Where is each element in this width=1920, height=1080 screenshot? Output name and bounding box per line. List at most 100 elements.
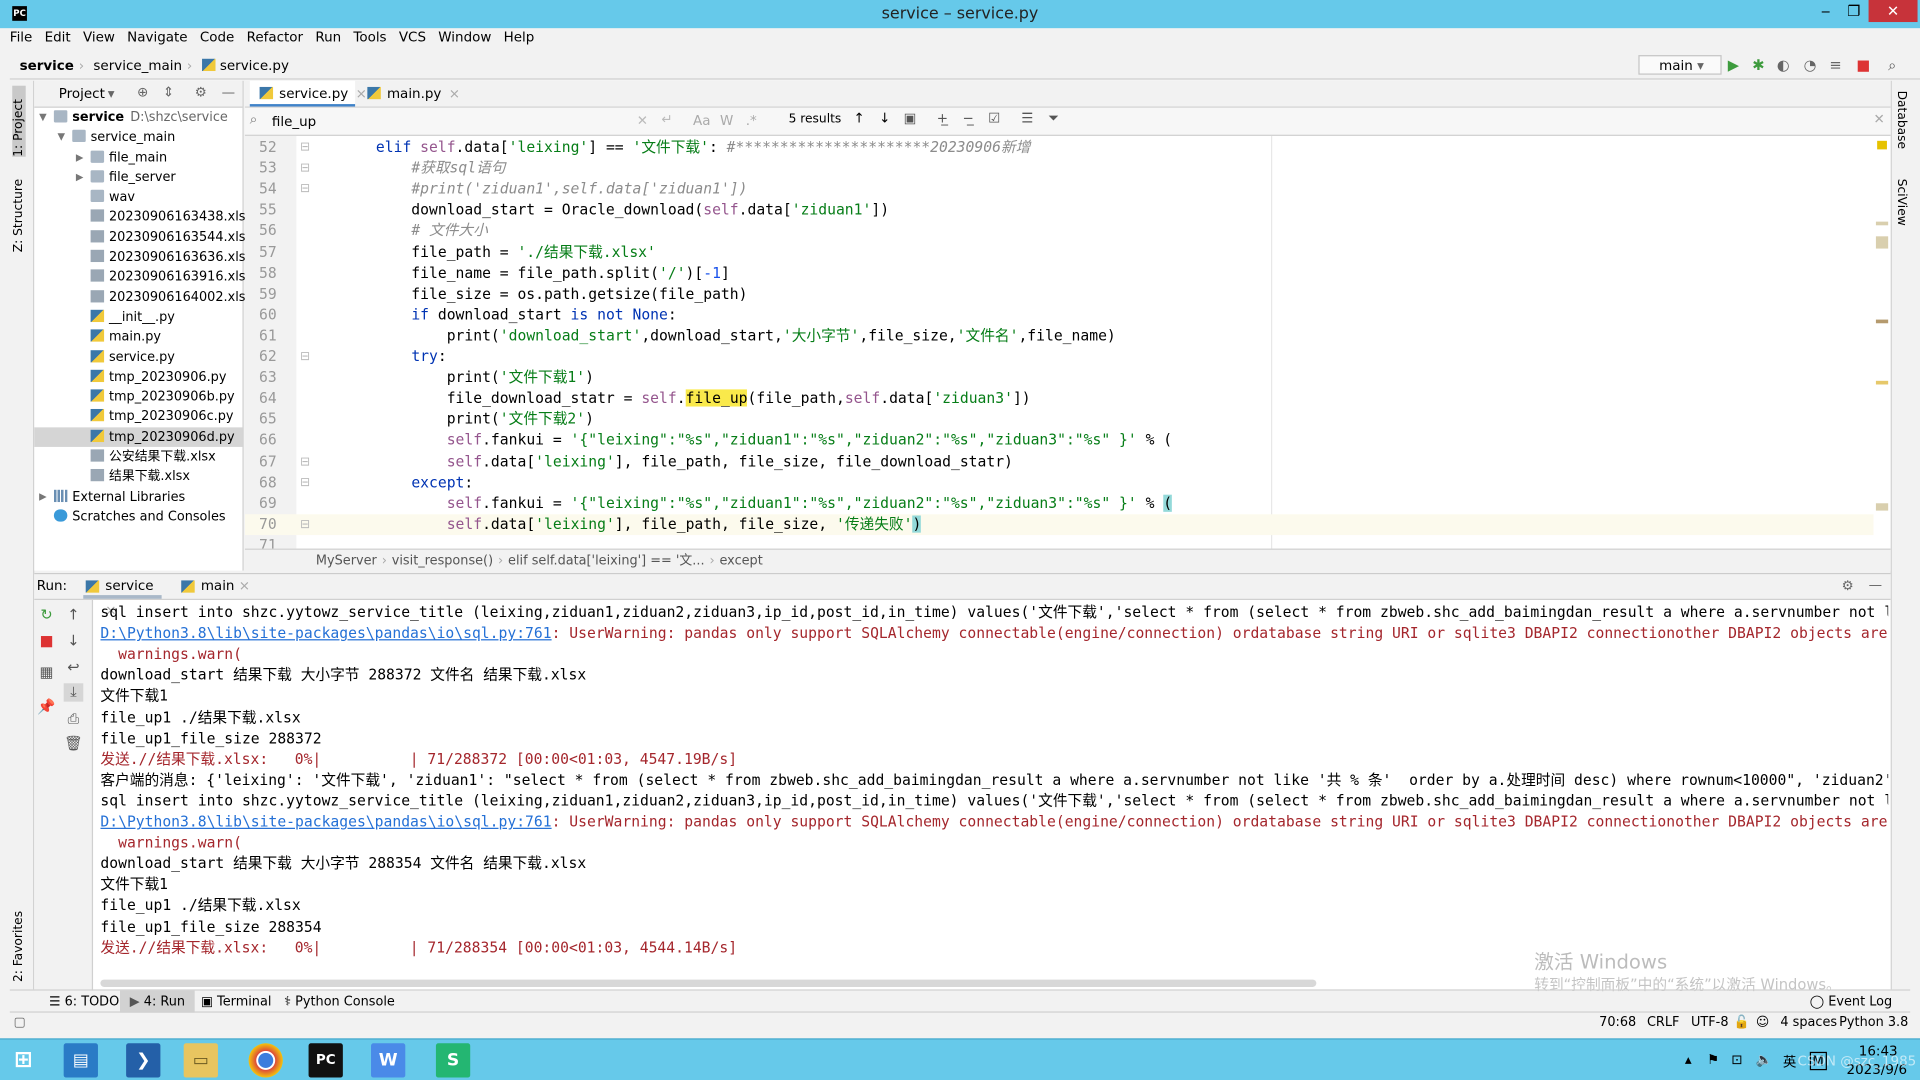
tree-item[interactable]: tmp_20230906d.py: [34, 427, 243, 447]
code-line[interactable]: 60 if download_start is not None:: [245, 305, 1874, 326]
layout-icon[interactable]: ▦: [37, 664, 57, 681]
tree-item[interactable]: main.py: [34, 327, 242, 347]
fold-marker-icon[interactable]: ⊟: [300, 179, 310, 200]
tree-item[interactable]: 结果下载.xlsx: [34, 467, 242, 487]
console-output[interactable]: sql insert into shzc.yytowz_service_titl…: [100, 600, 1888, 980]
select-all-occurrences-icon[interactable]: ▣: [904, 110, 917, 126]
multiline-icon[interactable]: ☰: [1021, 110, 1033, 126]
breadcrumb-item[interactable]: elif self.data['leixing'] == '文...: [508, 553, 705, 568]
minimize-button[interactable]: ‒: [1812, 0, 1839, 22]
close-find-icon[interactable]: ✕: [1873, 111, 1884, 127]
tree-item[interactable]: 20230906163544.xlsx: [34, 227, 253, 247]
menu-help[interactable]: Help: [504, 29, 535, 45]
breadcrumb-project[interactable]: service: [20, 58, 74, 74]
filter-icon[interactable]: ⏷: [1048, 110, 1059, 127]
fold-marker-icon[interactable]: ⊟: [300, 451, 310, 472]
tree-item[interactable]: wav: [34, 188, 242, 208]
input-method-indicator[interactable]: 英: [1783, 1052, 1796, 1072]
tool-tab-favorites[interactable]: 2: Favorites: [12, 899, 25, 982]
code-line[interactable]: 53 #获取sql语句: [245, 158, 1874, 179]
tab-service-py[interactable]: service.py ×: [249, 80, 367, 107]
fold-marker-icon[interactable]: ⊟: [300, 347, 310, 368]
tree-item[interactable]: service.py: [34, 347, 242, 367]
breadcrumb-item[interactable]: MyServer: [316, 553, 377, 568]
menu-refactor[interactable]: Refactor: [247, 29, 304, 45]
chrome-icon[interactable]: [248, 1043, 283, 1078]
code-line[interactable]: 69 self.fankui = '{"leixing":"%s","zidua…: [245, 493, 1874, 514]
run-icon[interactable]: ▶: [1728, 56, 1739, 73]
breadcrumb-item[interactable]: visit_response(): [392, 553, 493, 568]
collapsed-arrow-icon[interactable]: ▶: [39, 487, 47, 507]
collapsed-arrow-icon[interactable]: ▶: [76, 168, 84, 188]
code-area[interactable]: 52 elif self.data['leixing'] == '文件下载': #…: [244, 135, 1891, 549]
fold-marker-icon[interactable]: ⊟: [300, 514, 310, 535]
expanded-arrow-icon[interactable]: ▼: [58, 128, 66, 148]
collapsed-arrow-icon[interactable]: ▶: [76, 148, 84, 168]
tool-tab-sciview[interactable]: SciView: [1894, 179, 1907, 226]
code-line[interactable]: 68 except:: [245, 472, 1874, 493]
remove-occurrence-icon[interactable]: −̲: [962, 110, 973, 126]
tree-item[interactable]: ▼ service D:\shzc\service: [34, 108, 242, 128]
close-tab-icon[interactable]: ×: [239, 578, 250, 594]
code-line[interactable]: 65 print('文件下载2'): [245, 409, 1874, 430]
add-occurrence-icon[interactable]: +̲: [937, 110, 948, 126]
toggle-tool-windows-icon[interactable]: ▢: [13, 1013, 25, 1033]
run-tab-main[interactable]: main ×: [179, 574, 252, 598]
tree-item[interactable]: tmp_20230906c.py: [34, 407, 242, 427]
tab-main-py[interactable]: main.py ×: [358, 81, 473, 107]
close-button[interactable]: ✕: [1868, 0, 1918, 23]
code-line[interactable]: 62 try:: [245, 347, 1874, 368]
tree-item[interactable]: __init__.py: [34, 307, 242, 327]
clear-search-icon[interactable]: ✕: [637, 113, 648, 129]
print-icon[interactable]: ⎙: [64, 710, 84, 728]
words-toggle[interactable]: W: [720, 113, 733, 129]
code-line[interactable]: 64 file_download_statr = self.file_up(fi…: [245, 388, 1874, 409]
tool-tab-structure[interactable]: Z: Structure: [12, 176, 25, 252]
pycharm-icon[interactable]: PC: [308, 1043, 343, 1078]
file-link[interactable]: D:\Python3.8\lib\site-packages\pandas\io…: [100, 813, 551, 830]
coverage-icon[interactable]: ◐: [1777, 56, 1790, 73]
tool-tab-python-console[interactable]: ⚕ Python Console: [277, 991, 402, 1013]
previous-occurrence-icon[interactable]: ↑: [853, 110, 864, 126]
python-interpreter[interactable]: Python 3.8: [1839, 1013, 1908, 1033]
code-line[interactable]: 57 file_path = './结果下载.xlsx': [245, 242, 1874, 263]
line-separator[interactable]: CRLF: [1647, 1013, 1679, 1033]
toggle-selection-icon[interactable]: ☑: [988, 110, 1000, 126]
event-log-button[interactable]: ◯ Event Log: [1810, 991, 1892, 1013]
tree-item[interactable]: 公安结果下载.xlsx: [34, 447, 242, 467]
search-everywhere-icon[interactable]: ⌕: [1888, 56, 1896, 73]
run-tab-service[interactable]: service ×: [83, 574, 162, 618]
code-line[interactable]: 66 self.fankui = '{"leixing":"%s","zidua…: [245, 430, 1874, 451]
error-stripe[interactable]: [1873, 136, 1890, 549]
tree-item[interactable]: tmp_20230906b.py: [34, 387, 242, 407]
wps-writer-icon[interactable]: W: [371, 1043, 406, 1078]
menu-run[interactable]: Run: [315, 29, 341, 45]
menu-tools[interactable]: Tools: [353, 29, 386, 45]
scroll-to-end-icon[interactable]: ⤓: [63, 683, 84, 702]
tool-tab-todo[interactable]: ☰ 6: TODO: [42, 991, 127, 1013]
indent-setting[interactable]: 4 spaces: [1780, 1013, 1837, 1033]
run-configuration-select[interactable]: main ▾: [1638, 55, 1722, 75]
menu-file[interactable]: File: [10, 29, 33, 45]
tool-tab-run[interactable]: ▶ 4: Run: [120, 990, 195, 1013]
tool-tab-project[interactable]: 1: Project: [12, 85, 26, 157]
code-line[interactable]: 52 elif self.data['leixing'] == '文件下载': #…: [245, 137, 1874, 158]
menu-view[interactable]: View: [83, 29, 115, 45]
rerun-icon[interactable]: ↻: [37, 606, 57, 623]
breadcrumb-folder[interactable]: service_main: [93, 58, 182, 74]
code-line[interactable]: 56 # 文件大小: [245, 221, 1874, 242]
action-center-flag-icon[interactable]: ⚑: [1707, 1052, 1719, 1068]
code-line[interactable]: 61 print('download_start',download_start…: [245, 326, 1874, 347]
code-line[interactable]: 58 file_name = file_path.split('/')[-1]: [245, 263, 1874, 284]
tree-item[interactable]: ▶ file_main: [34, 148, 242, 168]
trash-icon[interactable]: 🗑: [64, 735, 84, 752]
breadcrumb-item[interactable]: except: [720, 553, 763, 568]
caret-position[interactable]: 70:68: [1599, 1013, 1636, 1033]
code-line[interactable]: 67 self.data['leixing'], file_path, file…: [245, 451, 1874, 472]
pin-icon[interactable]: 📌: [37, 698, 57, 715]
gear-icon[interactable]: ⚙: [1842, 578, 1854, 594]
volume-muted-icon[interactable]: 🔈: [1756, 1052, 1773, 1068]
locate-icon[interactable]: ⊕: [137, 84, 148, 100]
powershell-icon[interactable]: ❯: [126, 1043, 161, 1078]
menu-vcs[interactable]: VCS: [399, 29, 426, 45]
